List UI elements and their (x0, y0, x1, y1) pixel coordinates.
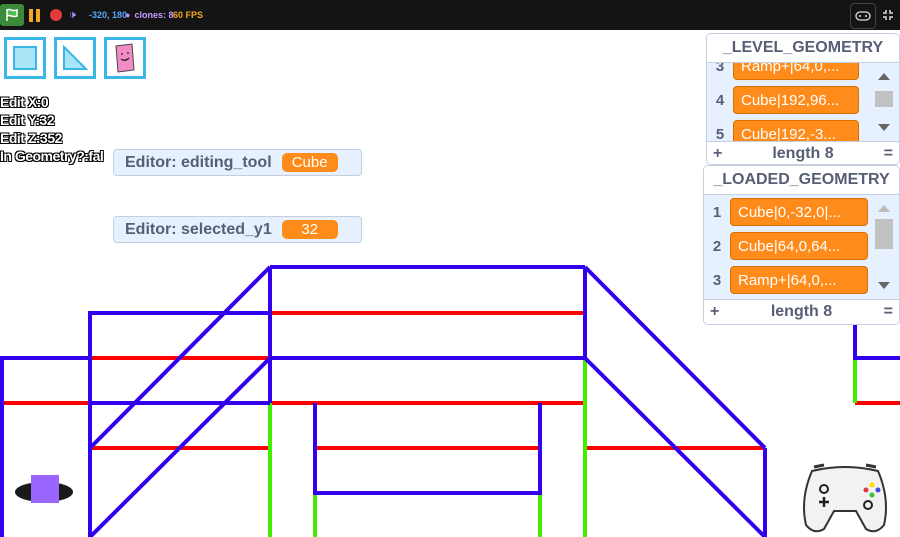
player-toolbar: 🕩 -320, 180 ● clones: 8 60 FPS (0, 0, 900, 30)
list-item[interactable]: 3 Ramp+|64,0,... (707, 63, 875, 83)
list-item[interactable]: 1 Cube|0,-32,0|... (704, 195, 875, 229)
scroll-thumb[interactable] (875, 219, 893, 249)
mouse-coordinates: -320, 180 (89, 10, 128, 20)
scroll-down-icon[interactable] (878, 282, 890, 289)
list-title: _LOADED_GEOMETRY (704, 166, 899, 195)
add-item-button[interactable]: + (713, 145, 722, 163)
cube-tool-button[interactable] (4, 37, 46, 79)
exit-fullscreen-icon (883, 10, 893, 20)
list-footer: + length 8 = (707, 141, 899, 164)
editor-debug-text: Edit X:0 Edit Y:32 Edit Z:352 In Geometr… (0, 93, 104, 165)
list-value[interactable]: Cube|64,0,64... (730, 232, 868, 260)
list-index: 4 (715, 91, 725, 109)
scroll-up-icon[interactable] (878, 205, 890, 212)
watcher-value: Cube (281, 153, 338, 172)
edit-y-label: Edit Y:32 (0, 112, 55, 128)
clone-counter: ● clones: 8 (125, 5, 173, 25)
list-index: 3 (715, 63, 725, 75)
watcher-selected-y1[interactable]: Editor: selected_y1 32 (113, 216, 362, 243)
fullscreen-button[interactable] (876, 3, 900, 27)
list-rows[interactable]: 3 Ramp+|64,0,... 4 Cube|192,96... 5 Cube… (707, 63, 899, 141)
list-length: length 8 (772, 145, 834, 162)
stop-button[interactable] (48, 5, 64, 25)
ramp-tool-button[interactable] (54, 37, 96, 79)
list-index: 5 (715, 125, 725, 142)
ramp-tool-icon (63, 44, 89, 70)
resize-handle[interactable]: = (884, 145, 893, 163)
list-footer: + length 8 = (704, 299, 899, 324)
cat-icon: ● (125, 10, 131, 20)
list-length: length 8 (770, 303, 833, 320)
face-block-icon (115, 43, 135, 73)
list-title: _LEVEL_GEOMETRY (707, 34, 899, 63)
cube-tool-icon (13, 46, 37, 70)
list-index: 2 (712, 237, 722, 255)
resize-handle[interactable]: = (884, 303, 893, 321)
watcher-editing-tool[interactable]: Editor: editing_tool Cube (113, 149, 362, 176)
clone-count-label: clones: 8 (134, 10, 174, 20)
add-item-button[interactable]: + (710, 303, 719, 321)
fps-counter: 60 FPS (173, 10, 204, 20)
watcher-label: Editor: selected_y1 (125, 220, 272, 238)
green-flag-icon (6, 8, 18, 21)
player-cube (31, 475, 59, 503)
scroll-up-icon[interactable] (878, 73, 890, 80)
watcher-value: 32 (281, 220, 338, 239)
stage[interactable]: Edit X:0 Edit Y:32 Edit Z:352 In Geometr… (0, 31, 900, 537)
edit-z-label: Edit Z:352 (0, 130, 62, 146)
in-geometry-label: In Geometry?:fal (0, 148, 104, 164)
list-index: 1 (712, 203, 722, 221)
list-item[interactable]: 3 Ramp+|64,0,... (704, 263, 875, 297)
watcher-label: Editor: editing_tool (125, 153, 272, 171)
scroll-down-icon[interactable] (878, 124, 890, 131)
list-rows[interactable]: 1 Cube|0,-32,0|... 2 Cube|64,0,64... 3 R… (704, 195, 899, 299)
character-tool-button[interactable] (104, 37, 146, 79)
green-flag-button[interactable] (0, 4, 24, 26)
edit-x-label: Edit X:0 (0, 94, 49, 110)
list-item[interactable]: 5 Cube|192,-3... (707, 117, 875, 141)
list-value[interactable]: Cube|192,-3... (733, 120, 859, 141)
red-edges (0, 311, 900, 450)
list-scrollbar[interactable] (873, 195, 895, 299)
list-item[interactable]: 4 Cube|192,96... (707, 83, 875, 117)
gamepad-settings-button[interactable] (850, 3, 876, 29)
list-level-geometry[interactable]: _LEVEL_GEOMETRY 3 Ramp+|64,0,... 4 Cube|… (706, 33, 900, 165)
list-loaded-geometry[interactable]: _LOADED_GEOMETRY 1 Cube|0,-32,0|... 2 Cu… (703, 165, 900, 325)
list-item[interactable]: 2 Cube|64,0,64... (704, 229, 875, 263)
volume-icon[interactable]: 🕩 (69, 5, 76, 25)
gamepad-icon (855, 11, 871, 21)
pause-button[interactable] (26, 5, 42, 25)
scroll-thumb[interactable] (875, 91, 893, 107)
list-value[interactable]: Cube|0,-32,0|... (730, 198, 868, 226)
gamepad-controls-sprite[interactable] (800, 459, 890, 537)
list-value[interactable]: Ramp+|64,0,... (733, 63, 859, 80)
list-value[interactable]: Ramp+|64,0,... (730, 266, 868, 294)
list-scrollbar[interactable] (873, 63, 895, 141)
stop-icon (50, 9, 62, 21)
list-index: 3 (712, 271, 722, 289)
list-value[interactable]: Cube|192,96... (733, 86, 859, 114)
